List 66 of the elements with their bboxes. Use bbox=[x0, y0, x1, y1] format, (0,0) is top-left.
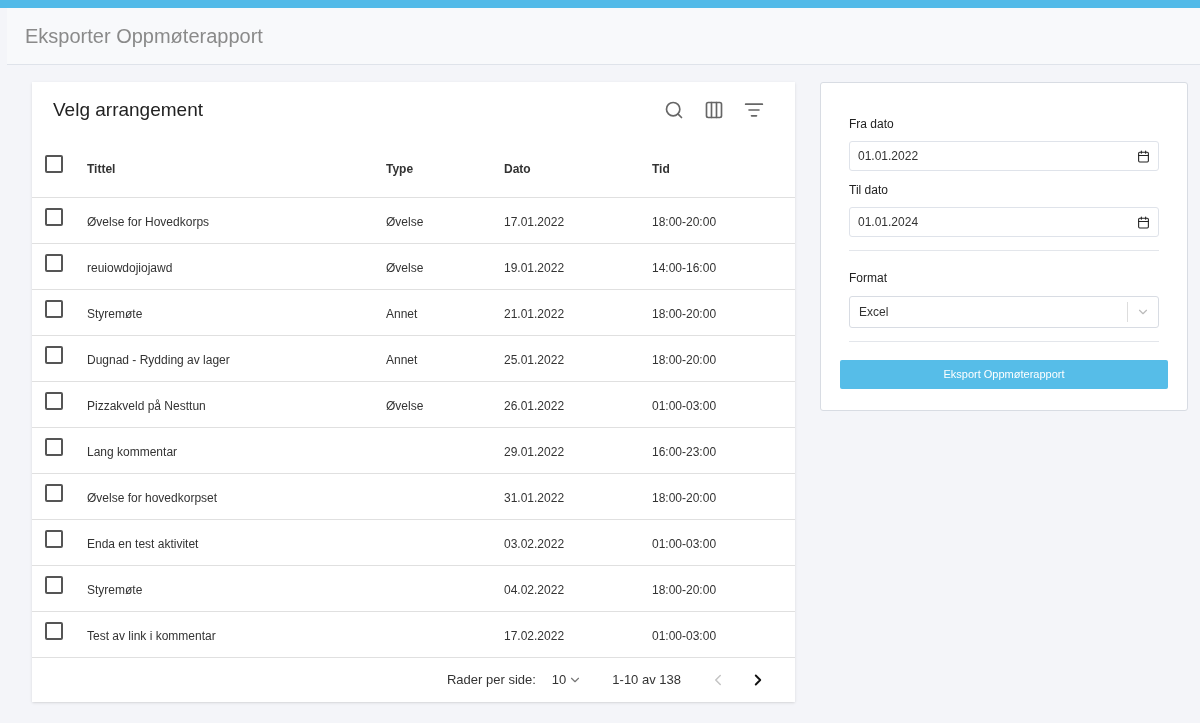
table-cell: 19.01.2022 bbox=[504, 260, 565, 275]
table-cell: 25.01.2022 bbox=[504, 352, 565, 367]
table-cell: 18:00-20:00 bbox=[652, 352, 717, 367]
table-cell: 18:00-20:00 bbox=[652, 582, 717, 597]
column-header[interactable]: Tittel bbox=[87, 161, 116, 176]
calendar-icon bbox=[1137, 149, 1150, 163]
column-header[interactable]: Tid bbox=[652, 161, 670, 176]
checkbox[interactable] bbox=[45, 438, 63, 456]
checkbox[interactable] bbox=[45, 622, 63, 640]
page-range: 1-10 av 138 bbox=[612, 671, 681, 690]
table-cell: 17.02.2022 bbox=[504, 628, 565, 643]
table-cell: Øvelse for Hovedkorps bbox=[87, 214, 210, 229]
checkbox[interactable] bbox=[45, 576, 63, 594]
calendar-icon bbox=[1137, 215, 1150, 229]
page-title: Eksporter Oppmøterapport bbox=[25, 24, 263, 49]
table-cell: Test av link i kommentar bbox=[87, 628, 216, 643]
table-cell: 03.02.2022 bbox=[504, 536, 565, 551]
search-icon[interactable] bbox=[664, 100, 684, 120]
table-cell: 17.01.2022 bbox=[504, 214, 565, 229]
table-cell: 01:00-03:00 bbox=[652, 536, 717, 551]
table-cell: 26.01.2022 bbox=[504, 398, 565, 413]
format-select[interactable]: Excel bbox=[849, 296, 1159, 328]
table-cell: Øvelse bbox=[386, 398, 424, 413]
table-cell: 16:00-23:00 bbox=[652, 444, 717, 459]
table-cell: Lang kommentar bbox=[87, 444, 178, 459]
checkbox[interactable] bbox=[45, 155, 63, 173]
table-cell: Enda en test aktivitet bbox=[87, 536, 199, 551]
date-field[interactable]: 01.01.2024 bbox=[849, 207, 1159, 237]
table-cell: 18:00-20:00 bbox=[652, 490, 717, 505]
table-cell: 01:00-03:00 bbox=[652, 628, 717, 643]
table-cell: 29.01.2022 bbox=[504, 444, 565, 459]
checkbox[interactable] bbox=[45, 254, 63, 272]
field-label: Format bbox=[849, 270, 888, 287]
checkbox[interactable] bbox=[45, 484, 63, 502]
table-cell: 18:00-20:00 bbox=[652, 306, 717, 321]
column-header[interactable]: Type bbox=[386, 161, 414, 176]
checkbox[interactable] bbox=[45, 346, 63, 364]
field-label: Fra dato bbox=[849, 116, 895, 133]
table-cell: Annet bbox=[386, 352, 418, 367]
table-cell: reuiowdojiojawd bbox=[87, 260, 173, 275]
table-cell: Øvelse bbox=[386, 214, 424, 229]
table-cell: 14:00-16:00 bbox=[652, 260, 717, 275]
table-cell: Styremøte bbox=[87, 306, 143, 321]
columns-icon[interactable] bbox=[704, 100, 724, 120]
rows-per-page-label: Rader per side: bbox=[446, 671, 536, 690]
table-cell: 04.02.2022 bbox=[504, 582, 565, 597]
table-cell: 18:00-20:00 bbox=[652, 214, 717, 229]
field-label: Til dato bbox=[849, 182, 889, 199]
date-field[interactable]: 01.01.2022 bbox=[849, 141, 1159, 171]
table-cell: Dugnad - Rydding av lager bbox=[87, 352, 230, 367]
table-cell: 01:00-03:00 bbox=[652, 398, 717, 413]
table-cell: Styremøte bbox=[87, 582, 143, 597]
checkbox[interactable] bbox=[45, 300, 63, 318]
table-cell: Pizzakveld på Nesttun bbox=[87, 398, 206, 413]
checkbox[interactable] bbox=[45, 392, 63, 410]
table-cell: Annet bbox=[386, 306, 418, 321]
checkbox[interactable] bbox=[45, 530, 63, 548]
rows-per-page-select[interactable]: 10 bbox=[551, 670, 583, 690]
filter-icon[interactable] bbox=[744, 100, 764, 120]
column-header[interactable]: Dato bbox=[504, 161, 531, 176]
checkbox[interactable] bbox=[45, 208, 63, 226]
table-cell: 21.01.2022 bbox=[504, 306, 565, 321]
table-cell: Øvelse bbox=[386, 260, 424, 275]
table-title: Velg arrangement bbox=[53, 97, 203, 122]
table-cell: Øvelse for hovedkorpset bbox=[87, 490, 218, 505]
table-cell: 31.01.2022 bbox=[504, 490, 565, 505]
